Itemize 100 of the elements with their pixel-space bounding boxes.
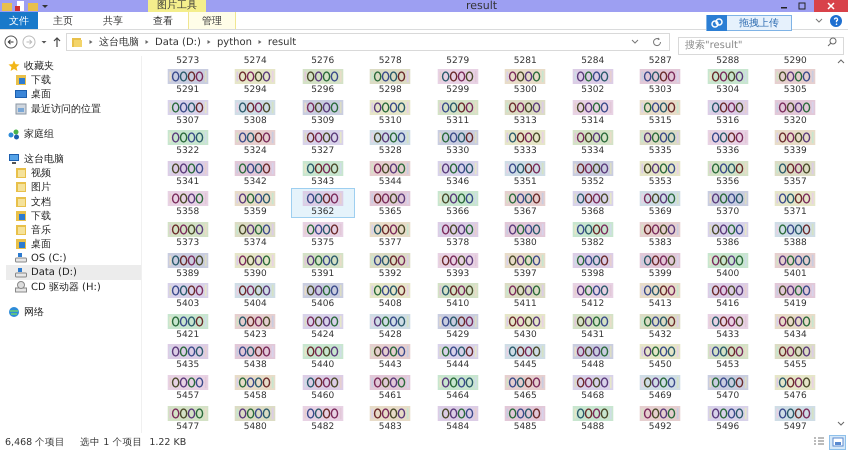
- sidebar-item[interactable]: 视频: [6, 166, 141, 180]
- file-item[interactable]: 5357: [763, 158, 828, 188]
- file-item[interactable]: 5356: [696, 158, 760, 188]
- file-item[interactable]: 5322: [156, 127, 220, 158]
- file-item[interactable]: 5294: [223, 66, 288, 96]
- file-item[interactable]: 5333: [493, 127, 558, 158]
- file-item[interactable]: 5435: [156, 341, 220, 372]
- file-item[interactable]: 5460: [290, 372, 355, 402]
- file-item[interactable]: 5410: [426, 280, 490, 310]
- file-item[interactable]: 5421: [156, 310, 220, 341]
- file-item[interactable]: 5310: [358, 96, 422, 127]
- address-bar[interactable]: 这台电脑 Data (D:) python result: [66, 33, 670, 51]
- file-item[interactable]: 5352: [560, 158, 625, 188]
- sidebar-item[interactable]: 音乐: [6, 222, 141, 238]
- sidebar-item[interactable]: CD 驱动器 (H:): [6, 280, 141, 294]
- file-item[interactable]: 5476: [763, 372, 828, 402]
- file-item[interactable]: 5324: [223, 127, 288, 158]
- file-item[interactable]: 5411: [493, 280, 558, 310]
- file-item[interactable]: 5389: [156, 250, 220, 280]
- file-item[interactable]: 5343: [290, 158, 355, 188]
- file-item[interactable]: 5296: [290, 66, 355, 96]
- file-item[interactable]: 5299: [426, 66, 490, 96]
- file-item[interactable]: 5300: [493, 66, 558, 96]
- file-item[interactable]: 5408: [358, 280, 422, 310]
- file-item[interactable]: 5485: [493, 402, 558, 433]
- caret-icon[interactable]: [40, 38, 48, 46]
- file-item[interactable]: 5334: [560, 127, 625, 158]
- file-item[interactable]: 5303: [628, 66, 692, 96]
- breadcrumb[interactable]: python: [216, 36, 252, 48]
- file-item[interactable]: 5339: [763, 127, 828, 158]
- file-item[interactable]: 5330: [426, 127, 490, 158]
- file-item[interactable]: 5328: [358, 127, 422, 158]
- breadcrumb[interactable]: Data (D:): [155, 36, 201, 48]
- chevron-right-icon[interactable]: [88, 38, 94, 46]
- file-item[interactable]: 5316: [696, 96, 760, 127]
- file-item[interactable]: 5445: [493, 341, 558, 372]
- file-item[interactable]: 5308: [223, 96, 288, 127]
- file-item[interactable]: 5482: [290, 402, 355, 433]
- file-item[interactable]: 5477: [156, 402, 220, 433]
- file-item[interactable]: 5302: [560, 66, 625, 96]
- file-item[interactable]: 5457: [156, 372, 220, 402]
- file-item[interactable]: 5291: [156, 66, 220, 96]
- ribbon-tab[interactable]: 管理: [188, 12, 236, 29]
- file-item[interactable]: 5448: [560, 341, 625, 372]
- file-item[interactable]: 5483: [358, 402, 422, 433]
- file-item[interactable]: 5401: [763, 250, 828, 280]
- document-icon[interactable]: [15, 1, 25, 11]
- file-item[interactable]: 5392: [358, 250, 422, 280]
- file-item[interactable]: 5378: [426, 218, 490, 249]
- file-item[interactable]: 5309: [290, 96, 355, 127]
- file-item[interactable]: 5438: [223, 341, 288, 372]
- sidebar-item[interactable]: 家庭组: [6, 126, 141, 141]
- ribbon-tab[interactable]: 主页: [38, 12, 88, 29]
- file-item[interactable]: 5450: [628, 341, 692, 372]
- file-item[interactable]: 5390: [223, 250, 288, 280]
- file-item[interactable]: 5341: [156, 158, 220, 188]
- help-icon[interactable]: [830, 14, 842, 26]
- chevron-down-icon[interactable]: [630, 38, 640, 46]
- close-button[interactable]: [814, 0, 848, 12]
- file-item[interactable]: 5342: [223, 158, 288, 188]
- file-item[interactable]: 5367: [493, 188, 558, 218]
- scroll-up-icon[interactable]: [836, 58, 844, 64]
- file-item[interactable]: 5431: [560, 310, 625, 341]
- file-item[interactable]: 5428: [358, 310, 422, 341]
- sidebar-item[interactable]: Data (D:): [6, 265, 141, 280]
- file-item[interactable]: 5444: [426, 341, 490, 372]
- file-item[interactable]: 5304: [696, 66, 760, 96]
- large-icons-view-button[interactable]: [829, 434, 846, 450]
- file-item[interactable]: 5305: [763, 66, 828, 96]
- file-item[interactable]: 5391: [290, 250, 355, 280]
- caret-icon[interactable]: [41, 2, 49, 10]
- sidebar-item[interactable]: 桌面: [6, 237, 141, 252]
- file-item[interactable]: 5346: [426, 158, 490, 188]
- file-item[interactable]: 5359: [223, 188, 288, 218]
- sidebar-item[interactable]: 这台电脑: [6, 152, 141, 166]
- restore-icon[interactable]: [796, 1, 808, 11]
- sidebar-item[interactable]: 文档: [6, 194, 141, 209]
- file-item[interactable]: 5492: [628, 402, 692, 433]
- file-item[interactable]: 5377: [358, 218, 422, 249]
- file-item[interactable]: 5298: [358, 66, 422, 96]
- sidebar-item[interactable]: 网络: [6, 304, 141, 319]
- breadcrumb[interactable]: 这台电脑: [99, 35, 139, 49]
- file-item[interactable]: 5440: [290, 341, 355, 372]
- file-item[interactable]: 5358: [156, 188, 220, 218]
- file-item[interactable]: 5488: [560, 402, 625, 433]
- file-item[interactable]: 5368: [560, 188, 625, 218]
- file-item[interactable]: 5371: [763, 188, 828, 218]
- search-icon[interactable]: [827, 37, 837, 47]
- sidebar-item[interactable]: 桌面: [6, 87, 141, 102]
- file-item[interactable]: 5403: [156, 280, 220, 310]
- file-item[interactable]: 5400: [696, 250, 760, 280]
- file-item[interactable]: 5468: [560, 372, 625, 402]
- file-item[interactable]: 5320: [763, 96, 828, 127]
- file-item[interactable]: 5455: [763, 341, 828, 372]
- file-item[interactable]: 5406: [290, 280, 355, 310]
- file-item[interactable]: 5386: [696, 218, 760, 249]
- file-item[interactable]: 5365: [358, 188, 422, 218]
- chevron-right-icon[interactable]: [144, 38, 150, 46]
- file-item[interactable]: 5398: [560, 250, 625, 280]
- file-item[interactable]: 5443: [358, 341, 422, 372]
